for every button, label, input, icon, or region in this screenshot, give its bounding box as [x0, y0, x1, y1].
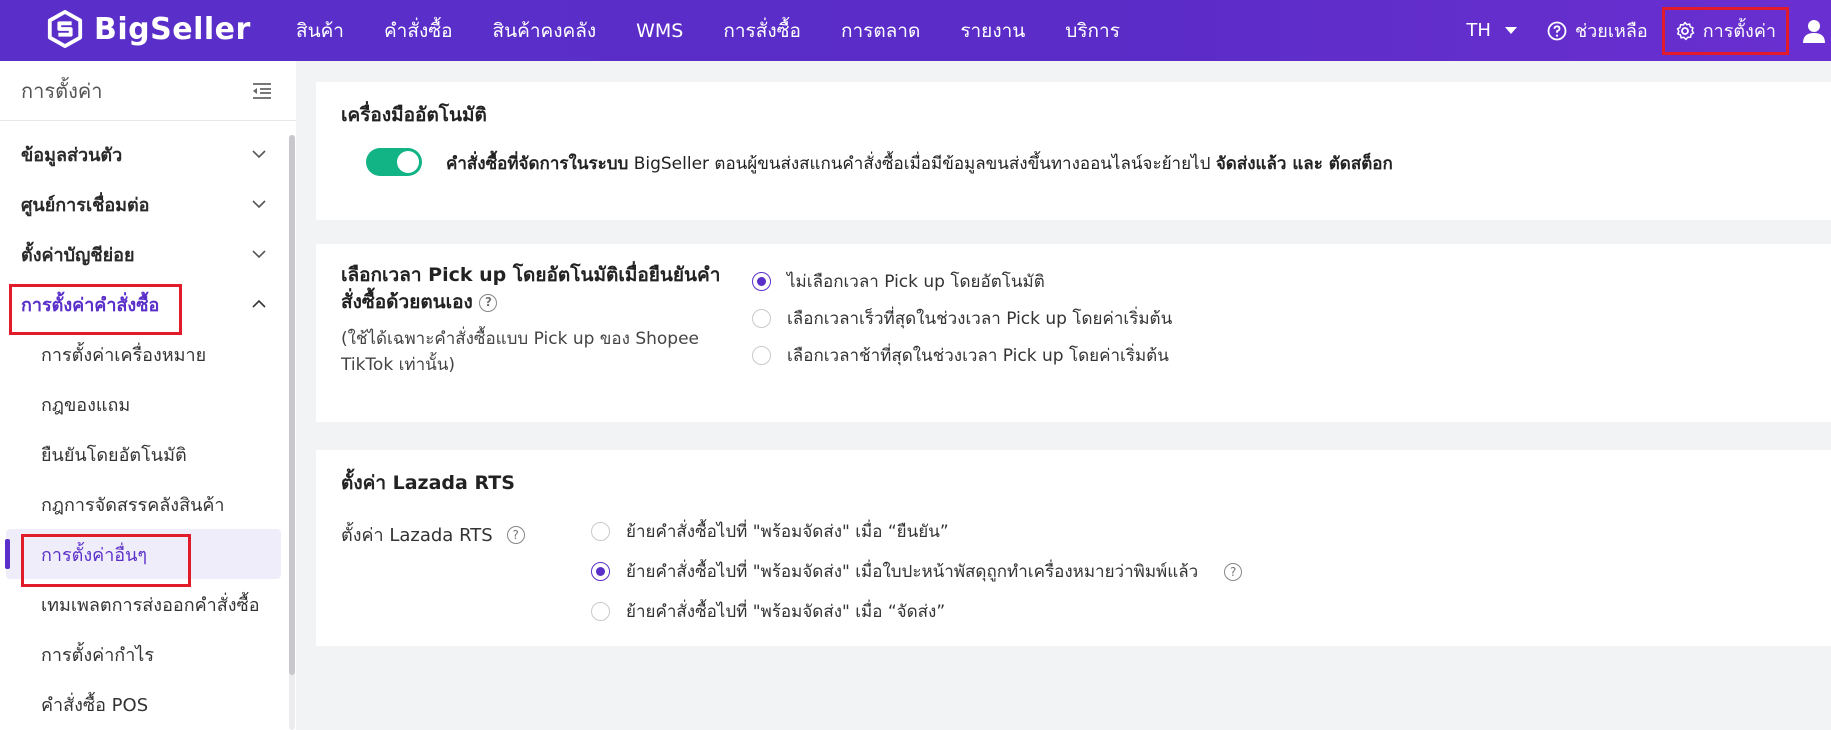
auto-tool-text-prefix: คำสั่งซื้อที่จัดการในระบบ: [446, 154, 629, 174]
help-circle-icon[interactable]: ?: [506, 525, 525, 544]
sidebar-header: การตั้งค่า: [0, 61, 296, 121]
pickup-option-earliest[interactable]: เลือกเวลาเร็วที่สุดในช่วงเวลา Pick up โด…: [752, 305, 1172, 332]
pickup-note: (ใช้ได้เฉพาะคำสั่งซื้อแบบ Pick up ของ Sh…: [341, 329, 699, 375]
sidebar-group-profile[interactable]: ข้อมูลส่วนตัว: [0, 129, 296, 179]
brand-name: BigSeller: [94, 11, 251, 47]
radio-unselected[interactable]: [591, 522, 610, 541]
pickup-option-latest[interactable]: เลือกเวลาช้าที่สุดในช่วงเวลา Pick up โดย…: [752, 342, 1169, 369]
auto-tool-text-and: และ: [1286, 154, 1329, 174]
chevron-down-icon: [252, 200, 266, 208]
sidebar-item-gift-rules[interactable]: กฎของแถม: [0, 379, 296, 429]
sidebar-title: การตั้งค่า: [21, 78, 103, 103]
sidebar-item-export-template[interactable]: เทมเพลตการส่งออกคำสั่งซื้อ: [0, 579, 296, 629]
lazada-option-label: ย้ายคำสั่งซื้อไปที่ "พร้อมจัดส่ง" เมื่อ …: [626, 522, 949, 542]
language-selector[interactable]: TH: [1466, 20, 1517, 41]
lazada-option-label: ย้ายคำสั่งซื้อไปที่ "พร้อมจัดส่ง" เมื่อ …: [626, 602, 946, 622]
lazada-option-confirm[interactable]: ย้ายคำสั่งซื้อไปที่ "พร้อมจัดส่ง" เมื่อ …: [591, 518, 949, 545]
caret-down-icon: [1504, 26, 1517, 34]
sidebar-item-profit-settings[interactable]: การตั้งค่ากำไร: [0, 629, 296, 679]
nav-item-orders[interactable]: คำสั่งซื้อ: [384, 16, 453, 46]
sidebar-group-label: การตั้งค่าคำสั่งซื้อ: [21, 294, 160, 316]
sidebar-item-auto-confirm[interactable]: ยืนยันโดยอัตโนมัติ: [0, 429, 296, 479]
help-label: ช่วยเหลือ: [1574, 21, 1648, 42]
sidebar-group-label: ข้อมูลส่วนตัว: [21, 144, 123, 166]
lazada-option-label: ย้ายคำสั่งซื้อไปที่ "พร้อมจัดส่ง" เมื่อใ…: [626, 562, 1199, 582]
sidebar-group-connections[interactable]: ศูนย์การเชื่อมต่อ: [0, 179, 296, 229]
lazada-rts-label: ตั้งค่า Lazada RTS: [341, 525, 493, 546]
sidebar-scrollbar-thumb[interactable]: [289, 135, 295, 675]
radio-unselected[interactable]: [591, 602, 610, 621]
nav-item-purchase[interactable]: การสั่งซื้อ: [723, 16, 801, 46]
pickup-option-none[interactable]: ไม่เลือกเวลา Pick up โดยอัตโนมัติ: [752, 268, 1045, 295]
lazada-option-label-printed[interactable]: ย้ายคำสั่งซื้อไปที่ "พร้อมจัดส่ง" เมื่อใ…: [591, 558, 1243, 585]
nav-item-marketing[interactable]: การตลาด: [841, 16, 920, 46]
top-right-tools: TH ช่วยเหลือ การตั้งค่า: [1466, 0, 1831, 61]
settings-sidebar: การตั้งค่า ข้อมูลส่วนตัว ศูนย์การเชื่อมต…: [0, 61, 296, 730]
pickup-title: เลือกเวลา Pick up โดยอัตโนมัติเมื่อยืนยั…: [341, 262, 731, 316]
main-nav: สินค้า คำสั่งซื้อ สินค้าคงคลัง WMS การสั…: [296, 0, 1120, 61]
user-icon: [1803, 19, 1825, 43]
nav-item-wms[interactable]: WMS: [636, 20, 683, 42]
auto-tool-text-middle: BigSeller ตอนผู้ขนส่งสแกนคำสั่งซื้อเมื่อ…: [628, 154, 1216, 174]
user-avatar[interactable]: [1797, 11, 1831, 51]
chevron-down-icon: [252, 150, 266, 158]
lazada-rts-card: ตั้งค่า Lazada RTS ตั้งค่า Lazada RTS ? …: [316, 450, 1831, 646]
nav-item-reports[interactable]: รายงาน: [960, 16, 1025, 46]
brand-logo[interactable]: BigSeller: [46, 10, 251, 48]
language-label: TH: [1466, 20, 1491, 41]
radio-selected[interactable]: [752, 272, 771, 291]
lazada-option-ship[interactable]: ย้ายคำสั่งซื้อไปที่ "พร้อมจัดส่ง" เมื่อ …: [591, 598, 945, 625]
auto-tool-description: คำสั่งซื้อที่จัดการในระบบ BigSeller ตอนผ…: [446, 150, 1393, 177]
auto-tool-text-deduct: ตัดสต็อก: [1328, 154, 1393, 174]
toggle-knob: [397, 151, 419, 173]
gear-icon: [1676, 21, 1694, 40]
nav-item-services[interactable]: บริการ: [1065, 16, 1120, 46]
chevron-up-icon: [252, 300, 266, 308]
nav-item-products[interactable]: สินค้า: [296, 16, 344, 46]
settings-label: การตั้งค่า: [1702, 21, 1776, 42]
pickup-settings-card: เลือกเวลา Pick up โดยอัตโนมัติเมื่อยืนยั…: [316, 244, 1831, 422]
help-circle-icon[interactable]: ?: [1224, 562, 1243, 581]
pickup-title-text: เลือกเวลา Pick up โดยอัตโนมัติเมื่อยืนยั…: [341, 264, 721, 313]
sidebar-group-order-settings[interactable]: การตั้งค่าคำสั่งซื้อ: [0, 279, 296, 329]
sidebar-group-subaccounts[interactable]: ตั้งค่าบัญชีย่อย: [0, 229, 296, 279]
auto-tool-card: เครื่องมืออัตโนมัติ คำสั่งซื้อที่จัดการใ…: [316, 82, 1831, 220]
collapse-menu-icon[interactable]: [252, 82, 272, 99]
auto-tool-toggle[interactable]: [366, 148, 422, 176]
sidebar-group-label: ตั้งค่าบัญชีย่อย: [21, 244, 135, 266]
settings-link[interactable]: การตั้งค่า: [1661, 6, 1789, 55]
sidebar-item-tag-settings[interactable]: การตั้งค่าเครื่องหมาย: [0, 329, 296, 379]
pickup-option-label: ไม่เลือกเวลา Pick up โดยอัตโนมัติ: [787, 272, 1045, 292]
sidebar-item-other-settings[interactable]: การตั้งค่าอื่นๆ: [5, 529, 281, 579]
help-circle-icon[interactable]: ?: [479, 293, 498, 312]
help-link[interactable]: ช่วยเหลือ: [1547, 16, 1648, 45]
lazada-rts-title: ตั้งค่า Lazada RTS: [341, 472, 515, 494]
top-nav-bar: BigSeller สินค้า คำสั่งซื้อ สินค้าคงคลัง…: [0, 0, 1831, 61]
radio-unselected[interactable]: [752, 346, 771, 365]
radio-selected[interactable]: [591, 562, 610, 581]
sidebar-item-warehouse-rules[interactable]: กฎการจัดสรรคลังสินค้า: [0, 479, 296, 529]
help-circle-icon: [1547, 21, 1567, 40]
radio-unselected[interactable]: [752, 309, 771, 328]
auto-tool-text-shipped: จัดส่งแล้ว: [1215, 154, 1287, 174]
sidebar-item-pos-orders[interactable]: คำสั่งซื้อ POS: [0, 679, 296, 729]
chevron-down-icon: [252, 250, 266, 258]
lazada-rts-label-row: ตั้งค่า Lazada RTS ?: [341, 520, 525, 549]
sidebar-group-label: ศูนย์การเชื่อมต่อ: [21, 194, 150, 216]
bigseller-logo-icon: [47, 10, 83, 48]
pickup-option-label: เลือกเวลาเร็วที่สุดในช่วงเวลา Pick up โด…: [787, 309, 1173, 329]
pickup-option-label: เลือกเวลาช้าที่สุดในช่วงเวลา Pick up โดย…: [787, 346, 1169, 366]
nav-item-inventory[interactable]: สินค้าคงคลัง: [493, 16, 597, 46]
auto-tool-title: เครื่องมืออัตโนมัติ: [341, 104, 487, 126]
